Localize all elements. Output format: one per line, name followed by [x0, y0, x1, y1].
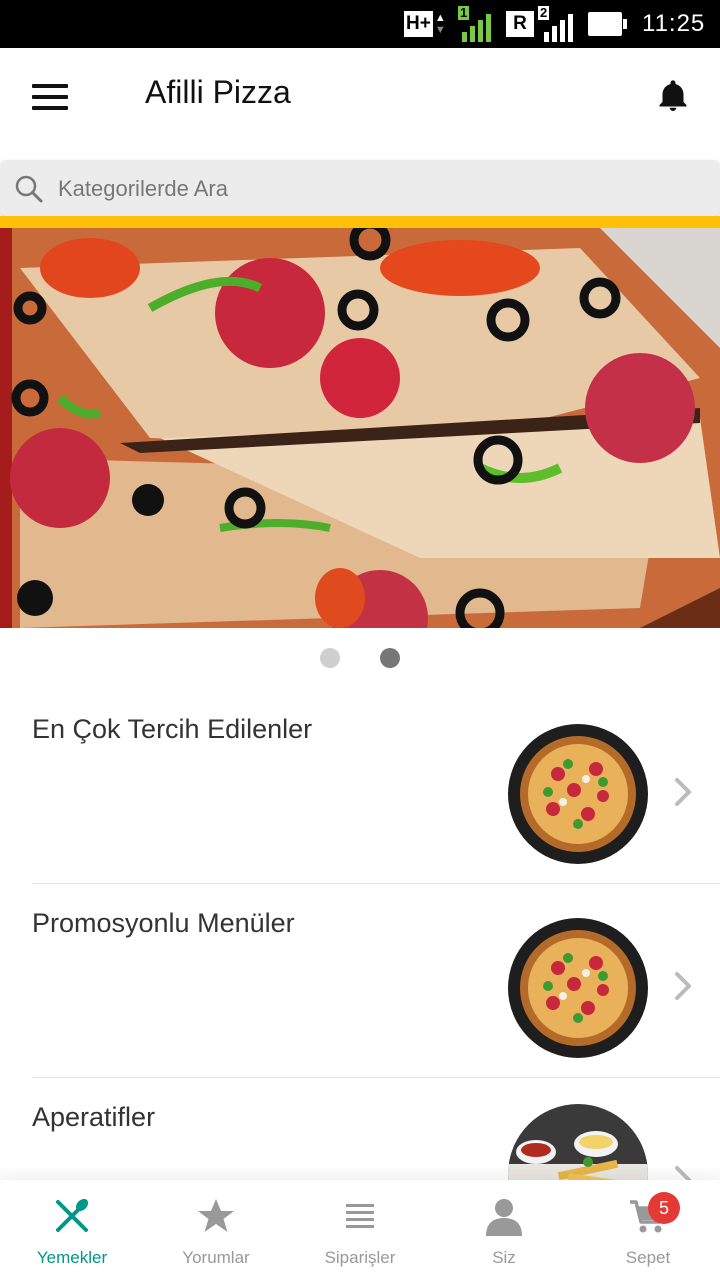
sim2-label: 2	[538, 5, 550, 20]
bell-icon[interactable]	[655, 76, 691, 116]
bottom-navigation: Yemekler Yorumlar Siparişler Siz Sepet	[0, 1180, 720, 1280]
sim1-label: 1	[458, 5, 470, 20]
category-image	[508, 918, 648, 1058]
nav-label: Yemekler	[36, 1248, 108, 1267]
sim2-signal-icon: 2	[538, 6, 576, 42]
category-title: Aperatifler	[32, 1102, 156, 1132]
search-icon	[15, 175, 43, 203]
divider	[32, 883, 720, 884]
chevron-right-icon	[675, 778, 691, 806]
data-activity-icon: ▲ ▼	[434, 12, 446, 36]
nav-label: Sepet	[625, 1248, 671, 1267]
app-header: Afilli Pizza	[0, 48, 720, 160]
fork-knife-icon	[56, 1198, 89, 1232]
nav-item-yemekler[interactable]: Yemekler	[0, 1180, 144, 1280]
roaming-indicator: R	[506, 6, 534, 42]
network-indicator: H+ ▲ ▼	[404, 6, 446, 42]
cart-count-badge: 5	[648, 1192, 680, 1224]
nav-item-sepet[interactable]: Sepet	[576, 1180, 720, 1280]
accent-strip	[0, 216, 720, 228]
nav-item-siparisler[interactable]: Siparişler	[288, 1180, 432, 1280]
nav-item-siz[interactable]: Siz	[432, 1180, 576, 1280]
carousel-dot-2[interactable]	[380, 648, 400, 668]
pizza-banner-image	[0, 228, 720, 628]
sim1-signal-icon: 1	[458, 6, 496, 42]
nav-label: Yorumlar	[182, 1248, 250, 1267]
hamburger-icon[interactable]	[32, 84, 68, 110]
star-icon	[198, 1199, 234, 1232]
category-item[interactable]: En Çok Tercih Edilenler	[32, 696, 720, 890]
clock-time: 11:25	[642, 10, 706, 37]
divider	[32, 1077, 720, 1078]
nav-label: Siparişler	[324, 1248, 396, 1267]
nav-item-yorumlar[interactable]: Yorumlar	[144, 1180, 288, 1280]
search-input[interactable]	[56, 168, 700, 210]
status-bar: H+ ▲ ▼ 1 R 2 11:25	[0, 0, 720, 48]
person-icon	[486, 1199, 522, 1236]
carousel-dot-1[interactable]	[320, 648, 340, 668]
roaming-label: R	[506, 11, 534, 37]
category-image	[508, 724, 648, 864]
search-bar	[0, 160, 720, 216]
clock: 11:25	[642, 6, 705, 42]
category-title: Promosyonlu Menüler	[32, 908, 295, 938]
list-icon	[346, 1204, 374, 1228]
app-title: Afilli Pizza	[145, 74, 291, 110]
network-type-label: H+	[404, 11, 433, 37]
banner-carousel[interactable]	[0, 228, 720, 628]
nav-label: Siz	[492, 1248, 516, 1267]
chevron-right-icon	[675, 972, 691, 1000]
carousel-indicator	[0, 648, 720, 668]
category-item[interactable]: Promosyonlu Menüler	[32, 890, 720, 1084]
category-title: En Çok Tercih Edilenler	[32, 714, 313, 744]
battery-icon	[588, 6, 627, 42]
